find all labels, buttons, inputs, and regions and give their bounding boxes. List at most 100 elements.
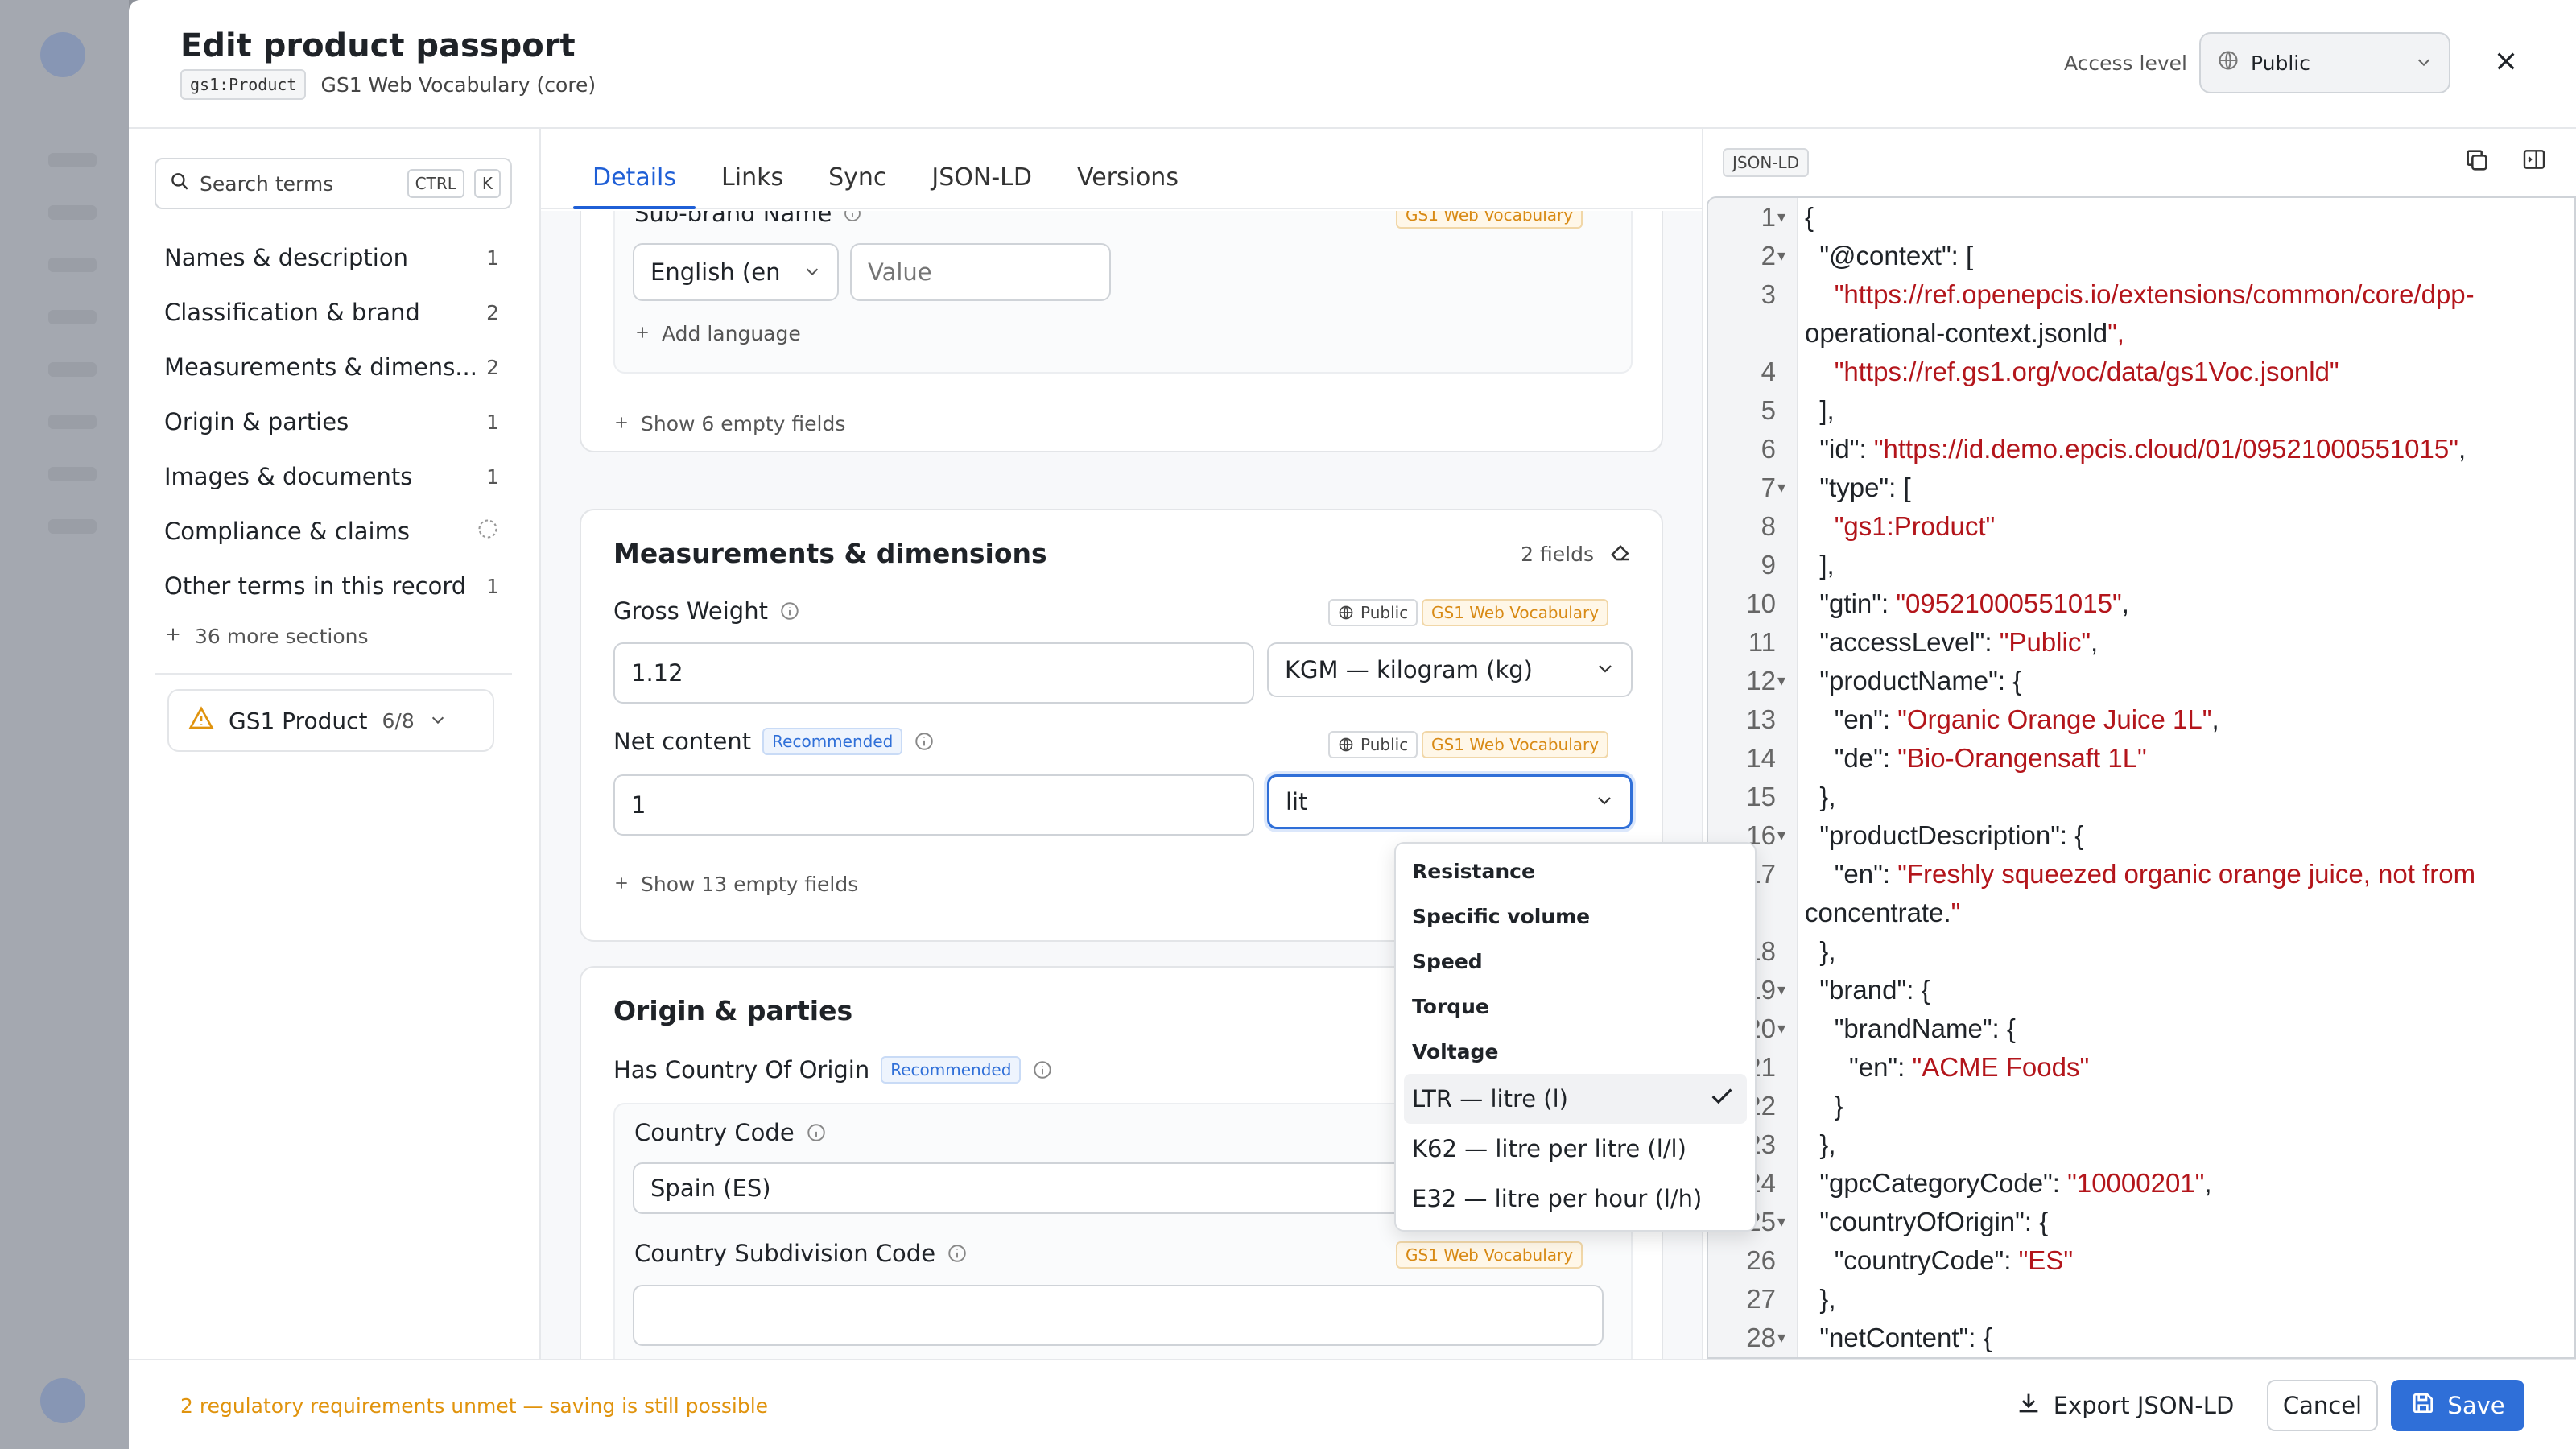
net-content-input[interactable] xyxy=(613,774,1254,836)
measurements-meta: 2 fields xyxy=(1521,539,1633,568)
code-text: "netContent": { xyxy=(1819,1323,1992,1352)
code-text: "id": "https://id.demo.epcis.cloud/01/09… xyxy=(1819,434,2467,464)
json-ld-tag: JSON-LD xyxy=(1723,148,1810,177)
chevron-down-icon xyxy=(803,258,821,286)
json-tools xyxy=(2463,147,2547,180)
backdrop-avatar xyxy=(40,1378,85,1423)
more-sections-button[interactable]: 36 more sections xyxy=(155,613,512,658)
line-number: 9 xyxy=(1761,550,1776,580)
code-text: operational-context.jsonld", xyxy=(1805,318,2124,348)
tab-details[interactable]: Details xyxy=(572,163,696,209)
export-json-ld-button[interactable]: Export JSON-LD xyxy=(2000,1380,2249,1431)
country-code-label-text: Country Code xyxy=(634,1119,795,1146)
line-number: 13 xyxy=(1746,704,1776,734)
code-text: "de": "Bio-Orangensaft 1L" xyxy=(1834,743,2147,773)
code-line: 24 "gpcCategoryCode": "10000201", xyxy=(1708,1164,2574,1203)
line-number: 11 xyxy=(1748,627,1776,657)
code-line: 8 "gs1:Product" xyxy=(1708,507,2574,546)
more-sections-label: 36 more sections xyxy=(195,624,369,648)
unit-option-ltr[interactable]: LTR — litre (l) xyxy=(1404,1074,1747,1124)
fold-toggle-icon[interactable]: ▾ xyxy=(1777,971,1785,1009)
tab-links[interactable]: Links xyxy=(721,163,783,208)
sidebar-item-images[interactable]: Images & documents 1 xyxy=(155,449,512,504)
tab-sync[interactable]: Sync xyxy=(828,163,886,208)
fold-toggle-icon[interactable]: ▾ xyxy=(1777,1009,1785,1048)
code-line: 23 }, xyxy=(1708,1125,2574,1164)
subdivision-input[interactable] xyxy=(633,1285,1604,1346)
code-text: "productDescription": { xyxy=(1819,820,2084,850)
unit-option-k62[interactable]: K62 — litre per litre (l/l) xyxy=(1404,1124,1747,1174)
eraser-icon[interactable] xyxy=(1608,539,1633,568)
show-empty-fields-button[interactable]: Show 6 empty fields xyxy=(613,412,845,436)
visibility-text: Public xyxy=(1360,735,1409,754)
sidebar-item-origin[interactable]: Origin & parties 1 xyxy=(155,394,512,449)
code-text: ], xyxy=(1805,550,1835,580)
has-country-label: Has Country Of Origin Recommended xyxy=(613,1056,1053,1084)
country-code-select[interactable]: Spain (ES) xyxy=(633,1162,1438,1214)
info-icon[interactable] xyxy=(779,601,800,621)
sidebar-item-count: 2 xyxy=(486,355,499,379)
sidebar-item-classification[interactable]: Classification & brand 2 xyxy=(155,285,512,340)
info-icon[interactable] xyxy=(914,731,935,752)
info-icon[interactable] xyxy=(947,1243,968,1264)
code-text: }, xyxy=(1805,1129,1836,1159)
app-backdrop xyxy=(0,0,129,1449)
gs1-vocabulary-badge: GS1 Web Vocabulary xyxy=(1422,599,1609,626)
net-content-label-text: Net content xyxy=(613,728,752,755)
sidebar-item-names[interactable]: Names & description 1 xyxy=(155,230,512,285)
code-line: 19 ▾ "brand": { xyxy=(1708,971,2574,1009)
fold-toggle-icon[interactable]: ▾ xyxy=(1777,469,1785,507)
code-line: 5 ], xyxy=(1708,391,2574,430)
gross-weight-unit-select[interactable]: KGM — kilogram (kg) xyxy=(1267,642,1633,697)
has-country-label-text: Has Country Of Origin xyxy=(613,1056,870,1084)
backdrop-nav xyxy=(48,467,97,481)
backdrop-logo xyxy=(40,32,85,77)
gross-weight-input[interactable] xyxy=(613,642,1254,704)
code-text: "gtin": "09521000551015", xyxy=(1819,588,2129,618)
add-language-button[interactable]: Add language xyxy=(634,322,801,345)
search-input[interactable] xyxy=(200,171,398,196)
sidebar-item-compliance[interactable]: Compliance & claims xyxy=(155,504,512,559)
tab-json-ld[interactable]: JSON-LD xyxy=(931,163,1032,208)
search-box[interactable]: CTRL K xyxy=(155,158,512,209)
line-number: 28 xyxy=(1746,1323,1776,1352)
info-icon[interactable] xyxy=(843,211,862,223)
product-type-name: GS1 Product xyxy=(229,707,368,734)
access-level-select[interactable]: Public xyxy=(2199,32,2450,93)
line-number: 12 xyxy=(1746,666,1776,696)
type-chip: gs1:Product xyxy=(180,69,307,100)
show-empty-fields-button[interactable]: Show 13 empty fields xyxy=(613,873,858,896)
country-code-value: Spain (ES) xyxy=(650,1174,771,1202)
close-button[interactable] xyxy=(2487,45,2524,82)
sidebar-item-other[interactable]: Other terms in this record 1 xyxy=(155,559,512,613)
country-code-label: Country Code xyxy=(634,1119,827,1146)
code-line: operational-context.jsonld", xyxy=(1708,314,2574,353)
sidebar-item-label: Images & documents xyxy=(164,463,413,490)
fold-toggle-icon[interactable]: ▾ xyxy=(1777,662,1785,700)
add-language-label: Add language xyxy=(662,322,801,345)
fold-toggle-icon[interactable]: ▾ xyxy=(1777,198,1785,237)
info-icon[interactable] xyxy=(806,1122,827,1143)
collapse-panel-icon[interactable] xyxy=(2521,147,2547,180)
json-code-viewer[interactable]: 1 ▾{2 ▾ "@context": [3 "https://ref.openep… xyxy=(1707,196,2576,1359)
product-type-selector[interactable]: GS1 Product 6/8 xyxy=(167,689,494,752)
globe-icon xyxy=(1339,605,1353,620)
sidebar-item-measurements[interactable]: Measurements & dimens... 2 xyxy=(155,340,512,394)
subbrand-value-input[interactable] xyxy=(850,243,1111,301)
fold-toggle-icon[interactable]: ▾ xyxy=(1777,237,1785,275)
copy-icon[interactable] xyxy=(2463,147,2491,180)
tab-versions[interactable]: Versions xyxy=(1077,163,1179,208)
net-content-unit-combobox[interactable]: lit xyxy=(1267,774,1633,829)
cancel-button[interactable]: Cancel xyxy=(2267,1380,2378,1431)
code-text: }, xyxy=(1805,936,1836,966)
unit-option-e32[interactable]: E32 — litre per hour (l/h) xyxy=(1404,1174,1747,1224)
info-icon[interactable] xyxy=(1032,1059,1053,1080)
fold-toggle-icon[interactable]: ▾ xyxy=(1777,816,1785,855)
save-button[interactable]: Save xyxy=(2391,1380,2524,1431)
sidebar-item-count: 1 xyxy=(486,574,499,598)
fold-toggle-icon[interactable]: ▾ xyxy=(1777,1203,1785,1241)
plus-icon xyxy=(634,322,650,345)
fold-toggle-icon[interactable]: ▾ xyxy=(1777,1319,1785,1357)
dialog-subtitle: gs1:Product GS1 Web Vocabulary (core) xyxy=(180,69,596,100)
language-select[interactable]: English (en xyxy=(633,243,839,301)
